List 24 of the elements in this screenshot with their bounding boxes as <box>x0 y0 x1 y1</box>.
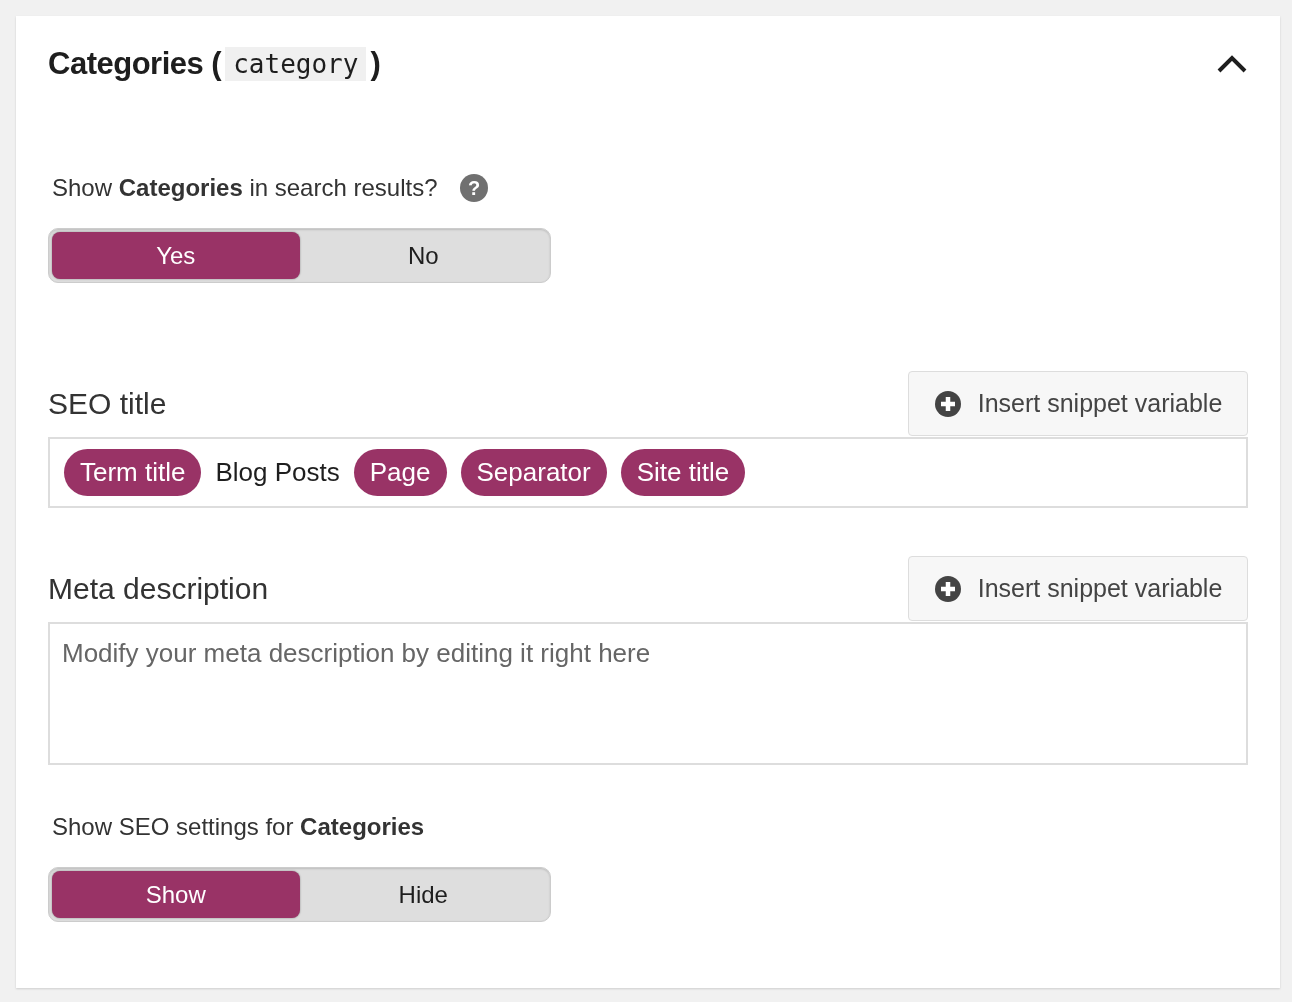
insert-snippet-button[interactable]: Insert snippet variable <box>908 556 1248 621</box>
seo-title-field[interactable]: Term title Blog Posts Page Separator Site title <box>48 437 1248 508</box>
section-title: Categories ( <box>48 46 222 82</box>
question-label: Show SEO settings for Categories <box>52 813 425 840</box>
toggle-option[interactable]: Hide <box>299 871 547 918</box>
help-icon[interactable]: ? <box>459 174 488 202</box>
snippet-variable-tag: Page <box>353 449 447 496</box>
meta-description-field[interactable]: Modify your meta description by editing it right here <box>48 622 1248 765</box>
snippet-variable-tag: Site title <box>620 449 746 496</box>
code-label: category <box>225 47 367 81</box>
snippet-variable-tag: Term title <box>64 449 202 496</box>
toggle-option[interactable]: No <box>299 232 547 279</box>
question-label: Show Categories in search results? <box>52 174 438 202</box>
add-icon <box>933 574 962 603</box>
toggle-option[interactable]: Show <box>52 871 300 918</box>
title-text: Blog Posts <box>215 457 340 488</box>
section-title-end: ) <box>370 46 381 82</box>
toggle-option[interactable]: Yes <box>52 232 300 279</box>
insert-snippet-button[interactable]: Insert snippet variable <box>908 371 1248 436</box>
add-icon <box>933 389 962 418</box>
chevron-up-icon <box>1216 54 1248 74</box>
field-label: Meta description <box>48 572 269 607</box>
field-label: SEO title <box>48 387 167 422</box>
snippet-variable-tag: Separator <box>460 449 607 496</box>
